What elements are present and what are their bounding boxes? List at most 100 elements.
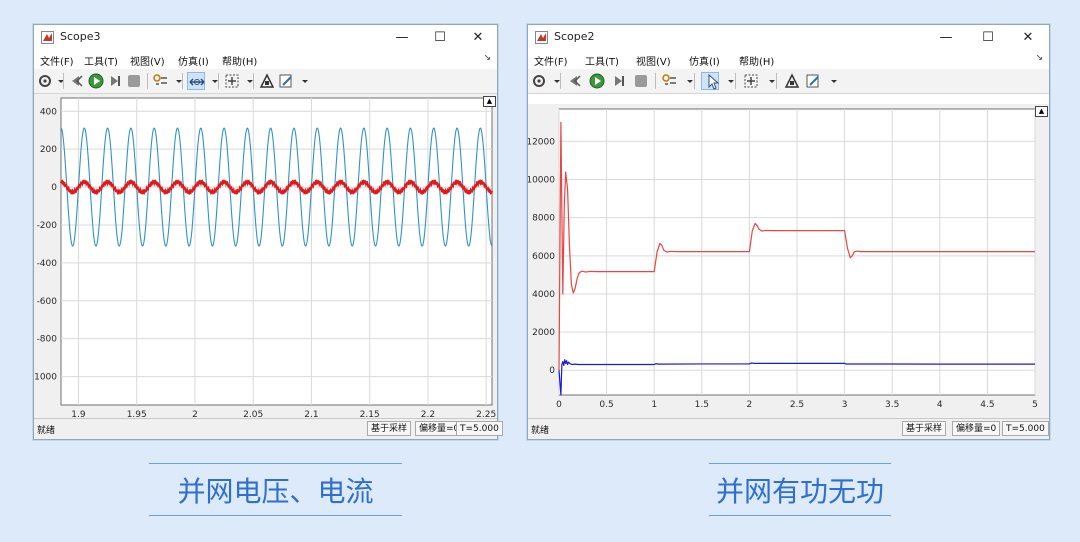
stop-icon[interactable]: [632, 72, 650, 90]
status-time: T=5.000: [1002, 421, 1049, 436]
window-title: Scope2: [554, 30, 595, 43]
toolbar-separator: [735, 73, 736, 89]
dropdown-arrow-icon[interactable]: [52, 72, 64, 90]
x-tick-label: 1: [651, 400, 657, 410]
toolbar-separator: [253, 73, 254, 89]
menu-bar: 文件(F) 工具(T) 视图(V) 仿真(I) 帮助(H) ↘: [528, 51, 1049, 69]
dropdown-arrow-icon[interactable]: [206, 72, 218, 90]
expand-legend-icon[interactable]: ▲: [1035, 106, 1048, 117]
cursor-icon[interactable]: [701, 72, 720, 90]
zoom-time-icon[interactable]: [187, 72, 205, 90]
x-tick-label: 2.5: [790, 400, 804, 410]
toolbar: [34, 69, 497, 94]
status-time: T=5.000: [456, 421, 503, 436]
edit-style-icon[interactable]: [277, 72, 295, 90]
menu-file[interactable]: 文件(F): [40, 53, 74, 68]
x-tick-label: 2.1: [304, 410, 318, 418]
scope-display: 1.9 1.95 2 2.05 2.1 2.15 2.2 2.25 400 200 0 -200 -40…: [34, 94, 497, 418]
dropdown-arrow-icon[interactable]: [296, 72, 308, 90]
step-back-icon[interactable]: [68, 72, 86, 90]
pin-icon[interactable]: ↘: [483, 53, 491, 63]
dropdown-arrow-icon[interactable]: [825, 72, 837, 90]
voltage-current-plot[interactable]: 1.9 1.95 2 2.05 2.1 2.15 2.2 2.25 400 200 0 -200 -40…: [34, 94, 497, 418]
menu-help[interactable]: 帮助(H): [222, 53, 257, 68]
toolbar-separator: [63, 73, 64, 89]
step-forward-icon[interactable]: [106, 72, 124, 90]
toolbar-separator: [560, 73, 561, 89]
toolbar-separator: [694, 73, 695, 89]
scope3-window: Scope3 — ☐ ✕ 文件(F) 工具(T) 视图(V) 仿真(I) 帮助(…: [33, 24, 503, 440]
y-tick-label: -400: [37, 259, 58, 269]
x-tick-label: 2.05: [243, 410, 263, 418]
title-bar[interactable]: Scope2 — ☐ ✕: [528, 25, 1049, 51]
x-tick-label: 3: [842, 400, 848, 410]
settings-gear-icon[interactable]: [530, 72, 548, 90]
autoscale-icon[interactable]: [223, 72, 241, 90]
run-icon[interactable]: [588, 72, 606, 90]
dropdown-arrow-icon[interactable]: [681, 72, 693, 90]
close-button[interactable]: ✕: [1013, 27, 1043, 49]
matlab-icon: [535, 31, 548, 44]
dropdown-arrow-icon[interactable]: [170, 72, 182, 90]
autoscale-icon[interactable]: [742, 72, 760, 90]
stop-icon[interactable]: [125, 72, 143, 90]
signal-selector-icon[interactable]: [152, 72, 170, 90]
caption-rule-bottom: [149, 515, 402, 516]
caption-left: 并网电压、电流: [177, 475, 374, 508]
menu-help[interactable]: 帮助(H): [739, 53, 774, 68]
title-bar[interactable]: Scope3 — ☐ ✕: [34, 25, 497, 51]
save-axes-icon[interactable]: [258, 72, 276, 90]
y-tick-label: 12000: [528, 137, 555, 147]
menu-tools[interactable]: 工具(T): [585, 53, 619, 68]
y-tick-label: -1000: [34, 373, 57, 383]
dropdown-arrow-icon[interactable]: [241, 72, 253, 90]
menu-view[interactable]: 视图(V): [130, 53, 165, 68]
menu-simulation[interactable]: 仿真(I): [178, 53, 209, 68]
step-forward-icon[interactable]: [610, 72, 628, 90]
scope2-window: Scope2 — ☐ ✕ 文件(F) 工具(T) 视图(V) 仿真(I) 帮助(…: [527, 24, 1050, 440]
window-title: Scope3: [60, 30, 101, 43]
x-tick-label: 4: [937, 400, 943, 410]
dropdown-arrow-icon[interactable]: [548, 72, 560, 90]
y-tick-label: 0: [51, 183, 57, 193]
x-tick-label: 5: [1032, 400, 1038, 410]
signal-selector-icon[interactable]: [661, 72, 679, 90]
toolbar-separator: [147, 73, 148, 89]
dropdown-arrow-icon[interactable]: [763, 72, 775, 90]
y-tick-label: 4000: [532, 290, 555, 300]
menu-simulation[interactable]: 仿真(I): [689, 53, 720, 68]
menu-tools[interactable]: 工具(T): [84, 53, 118, 68]
toolbar-separator: [655, 73, 656, 89]
plot-area: [60, 97, 493, 406]
caption-right: 并网有功无功: [715, 475, 884, 508]
x-tick-label: 2.2: [421, 410, 435, 418]
close-button[interactable]: ✕: [463, 27, 493, 49]
menu-view[interactable]: 视图(V): [636, 53, 671, 68]
status-ready: 就绪: [37, 426, 56, 436]
minimize-button[interactable]: —: [387, 27, 417, 49]
power-plot[interactable]: 0 0.5 1 1.5 2 2.5 3 3.5 4 4.5 5 0 2000 4000 6000 8000 10…: [528, 104, 1049, 418]
run-icon[interactable]: [87, 72, 105, 90]
maximize-button[interactable]: ☐: [425, 27, 455, 49]
pin-icon[interactable]: ↘: [1035, 53, 1043, 63]
caption-rule-top: [149, 463, 402, 464]
x-tick-label: 1.5: [695, 400, 709, 410]
y-tick-label: -200: [37, 221, 58, 231]
x-tick-label: 0.5: [599, 400, 613, 410]
maximize-button[interactable]: ☐: [973, 27, 1003, 49]
save-axes-icon[interactable]: [783, 72, 801, 90]
x-tick-label: 2: [192, 410, 198, 418]
y-tick-label: 400: [40, 107, 57, 117]
menu-bar: 文件(F) 工具(T) 视图(V) 仿真(I) 帮助(H) ↘: [34, 51, 497, 69]
dropdown-arrow-icon[interactable]: [722, 72, 734, 90]
status-offset: 偏移量=0: [952, 421, 1001, 436]
y-tick-label: -800: [37, 335, 58, 345]
x-tick-label: 2.25: [476, 410, 496, 418]
minimize-button[interactable]: —: [931, 27, 961, 49]
expand-legend-icon[interactable]: ▲: [483, 96, 496, 107]
edit-style-icon[interactable]: [804, 72, 822, 90]
menu-file[interactable]: 文件(F): [534, 53, 568, 68]
y-tick-label: -600: [37, 297, 58, 307]
x-tick-label: 4.5: [980, 400, 994, 410]
step-back-icon[interactable]: [566, 72, 584, 90]
